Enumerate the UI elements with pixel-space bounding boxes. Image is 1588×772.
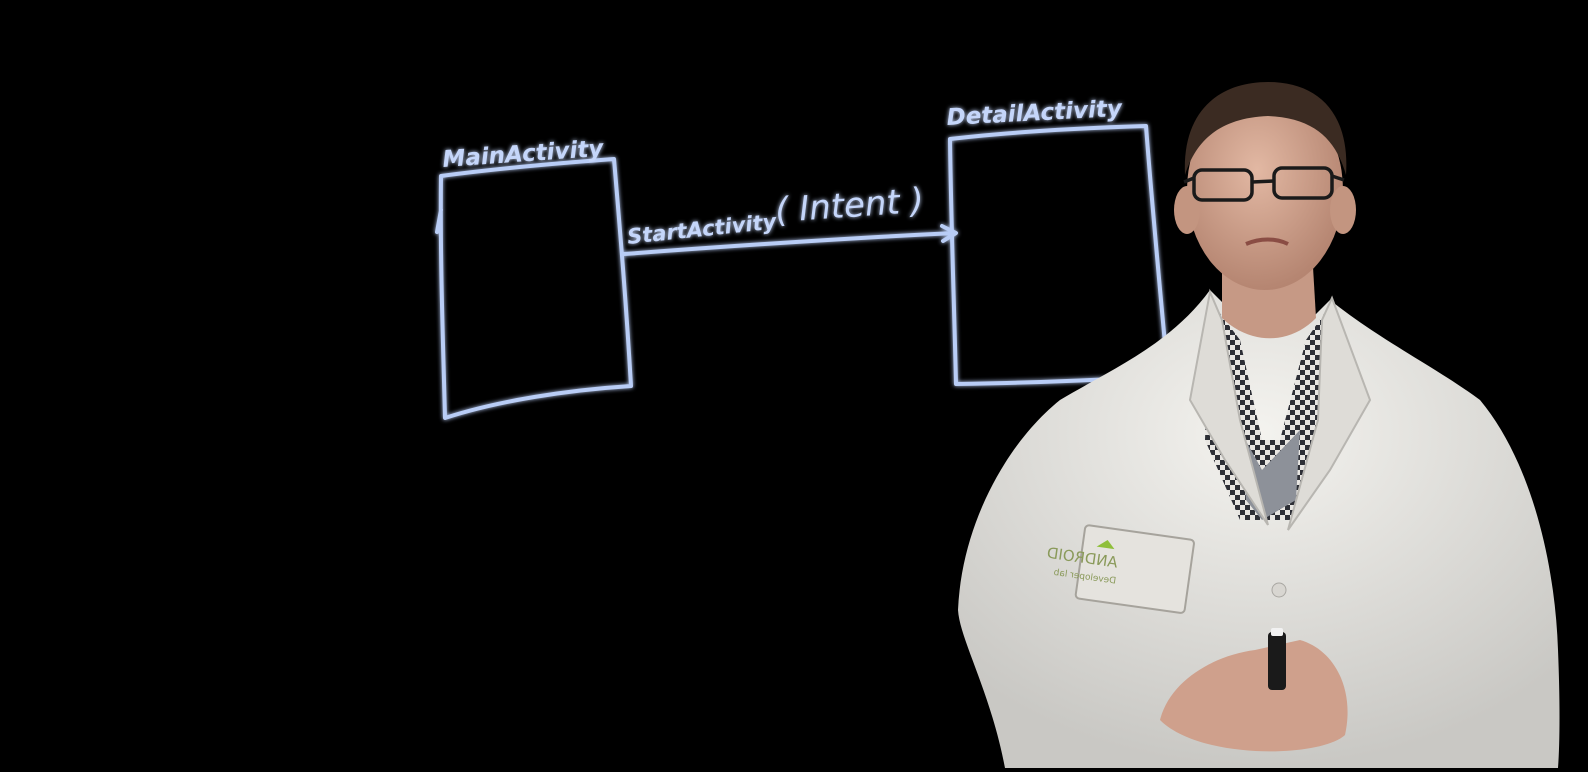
lightboard-scene: MainActivity DetailActivity StartActivit… [0,0,1588,768]
ear-left [1174,186,1200,234]
coat-button [1271,582,1287,598]
marker-pen [1268,632,1286,690]
marker-cap [1271,628,1283,636]
lightboard-frame: MainActivity DetailActivity StartActivit… [0,0,1588,768]
ear-right [1330,186,1356,234]
